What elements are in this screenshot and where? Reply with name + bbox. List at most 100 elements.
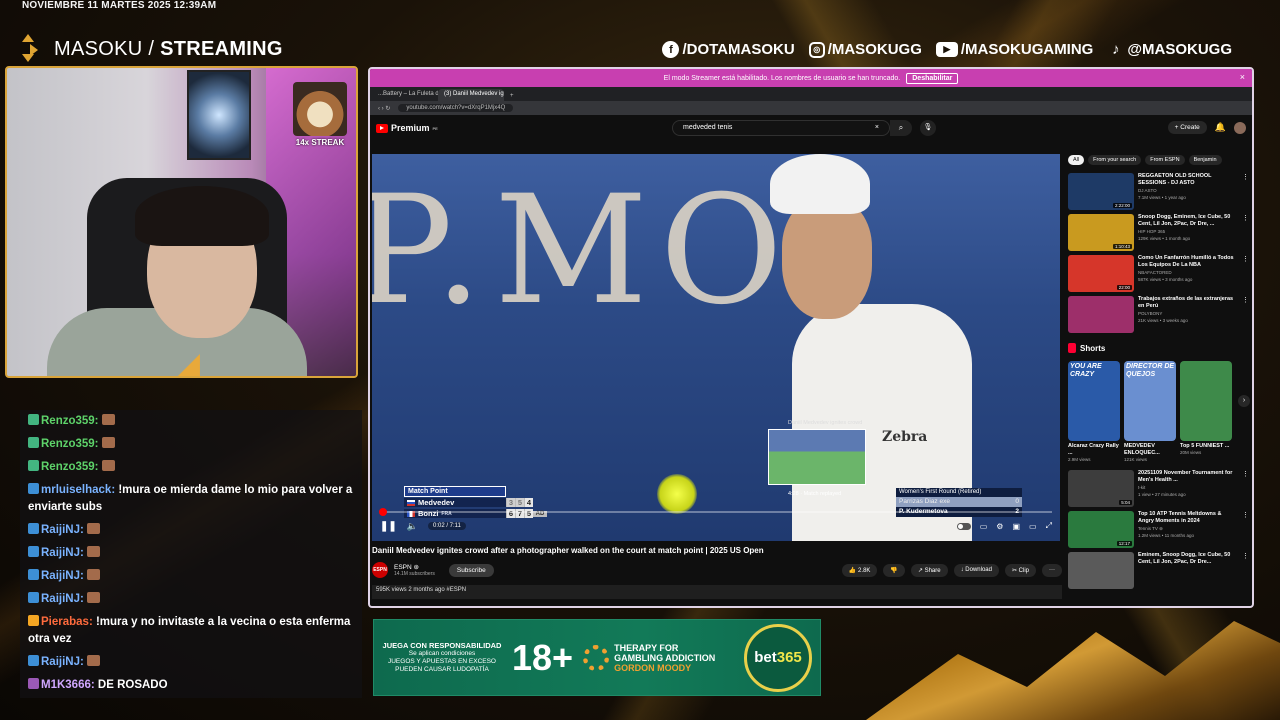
- short-item[interactable]: DIRECTOR DE QUEJOS MEDVEDEV ENLOQUEC... 12…: [1124, 361, 1176, 462]
- related-video[interactable]: 5:04 20251109 November Tournament for Men…: [1068, 470, 1250, 511]
- seek-preview-title: Daniil Medvedev ignites crowd: [788, 420, 863, 426]
- clear-search-icon[interactable]: ×: [875, 124, 879, 132]
- video-title[interactable]: Snoop Dogg, Eminem, Ice Cube, 50 Cent, L…: [1138, 214, 1238, 228]
- more-options-icon[interactable]: ⋮: [1242, 470, 1250, 511]
- video-thumbnail[interactable]: 5:04: [1068, 470, 1134, 507]
- settings-gear-icon[interactable]: ⚙: [996, 522, 1003, 531]
- chat-username[interactable]: RaijiNJ:: [41, 524, 84, 536]
- more-options-icon[interactable]: ⋮: [1242, 296, 1250, 337]
- chat-username[interactable]: mrluiselhack:: [41, 484, 115, 496]
- account-avatar[interactable]: [1234, 121, 1246, 134]
- related-video[interactable]: Trabajos extraños de las extranjeras en …: [1068, 296, 1250, 337]
- short-overlay-text: DIRECTOR DE QUEJOS: [1126, 363, 1175, 378]
- chat-message: RaijiNJ:: [20, 651, 362, 674]
- social-link: ▶/MASOKUGAMING: [935, 41, 1093, 58]
- channel-row: ESPN ESPN ⊛ 14.1M subscribers Subscribe …: [372, 560, 1062, 580]
- related-video[interactable]: 2:22:00 REGGAETON OLD SCHOOL SESSIONS - D…: [1068, 173, 1250, 214]
- video-player[interactable]: P.MO Zebra Daniil Medvedev ignites crowd…: [372, 154, 1060, 541]
- chat-username[interactable]: Renzo359:: [41, 461, 99, 473]
- share-button[interactable]: ↗ Share: [910, 563, 948, 577]
- subscribe-button[interactable]: Subscribe: [448, 563, 494, 577]
- close-icon[interactable]: ×: [1240, 72, 1245, 82]
- video-thumbnail[interactable]: [1068, 552, 1134, 589]
- chat-emote-icon: [86, 569, 100, 580]
- captions-icon[interactable]: ▭: [980, 522, 988, 531]
- more-options-icon[interactable]: ⋮: [1242, 255, 1250, 296]
- more-actions-button[interactable]: ···: [1042, 563, 1062, 577]
- download-button[interactable]: ↓ Download: [953, 563, 999, 577]
- browser-tab-active[interactable]: (3) Daniil Medvedev ignite...: [438, 89, 504, 101]
- chat-username[interactable]: Renzo359:: [41, 415, 99, 427]
- chat-username[interactable]: RaijiNJ:: [41, 570, 84, 582]
- volume-icon[interactable]: 🔈: [407, 521, 418, 532]
- more-options-icon[interactable]: ⋮: [1242, 552, 1250, 593]
- channel-avatar[interactable]: ESPN: [372, 562, 388, 578]
- video-title[interactable]: Como Un Fanfarrón Humilló a Todos Los Eq…: [1138, 255, 1238, 269]
- miniplayer-icon[interactable]: ▣: [1012, 522, 1020, 531]
- notifications-bell-icon[interactable]: 🔔: [1215, 122, 1226, 133]
- search-input[interactable]: medveded tenis ×: [672, 120, 890, 136]
- video-title[interactable]: Top 10 ATP Tennis Meltdowns & Angry Mome…: [1138, 511, 1238, 525]
- search-button[interactable]: ⌕: [890, 120, 912, 136]
- video-thumbnail[interactable]: 12:17: [1068, 511, 1134, 548]
- create-button[interactable]: + Create: [1167, 121, 1207, 134]
- video-title[interactable]: Trabajos extraños de las extranjeras en …: [1138, 296, 1238, 310]
- youtube-logo[interactable]: Premium PE: [376, 123, 438, 133]
- microphone-icon[interactable]: 🎙: [920, 120, 936, 136]
- short-item[interactable]: Top 5 FUNNIEST ... 20M views: [1180, 361, 1232, 462]
- new-tab-button[interactable]: +: [504, 91, 520, 101]
- video-meta: 1 view • 27 minutes ago: [1138, 492, 1186, 497]
- clip-button[interactable]: ✂ Clip: [1004, 563, 1036, 577]
- video-meta: 129K views • 1 month ago: [1138, 236, 1191, 241]
- theater-icon[interactable]: ▭: [1029, 522, 1037, 531]
- chat-username[interactable]: RaijiNJ:: [41, 593, 84, 605]
- description-box[interactable]: 595K views 2 months ago #ESPN: [372, 585, 1062, 599]
- disable-streamer-button[interactable]: Deshabilitar: [906, 72, 959, 84]
- filter-chip[interactable]: From your search: [1088, 155, 1142, 165]
- more-options-icon[interactable]: ⋮: [1242, 173, 1250, 214]
- chat-username[interactable]: RaijiNJ:: [41, 547, 84, 559]
- channel-info[interactable]: ESPN ⊛ 14.1M subscribers: [394, 563, 435, 577]
- related-video[interactable]: 22:00 Como Un Fanfarrón Humilló a Todos L…: [1068, 255, 1250, 296]
- video-thumbnail[interactable]: 2:22:00: [1068, 173, 1134, 210]
- short-thumbnail[interactable]: YOU ARE CRAZY: [1068, 361, 1120, 441]
- video-title[interactable]: Eminem, Snoop Dogg, Ice Cube, 50 Cent, L…: [1138, 552, 1238, 566]
- shorts-header: Shorts: [1068, 343, 1250, 353]
- video-channel: HIP HOP 365: [1138, 229, 1166, 234]
- video-thumbnail[interactable]: 1:10:43: [1068, 214, 1134, 251]
- more-options-icon[interactable]: ⋮: [1242, 511, 1250, 552]
- filter-chip[interactable]: All: [1068, 155, 1085, 165]
- url-field[interactable]: youtube.com/watch?v=dXrqP1Mjx4Q: [398, 104, 514, 112]
- like-button[interactable]: 👍 2.8K: [841, 563, 878, 577]
- short-thumbnail[interactable]: [1180, 361, 1232, 441]
- video-thumbnail[interactable]: 22:00: [1068, 255, 1134, 292]
- chat-message: RaijiNJ:: [20, 542, 362, 565]
- chat-username[interactable]: Pierabas:: [41, 616, 93, 628]
- chat-username[interactable]: Renzo359:: [41, 438, 99, 450]
- related-video[interactable]: 12:17 Top 10 ATP Tennis Meltdowns & Angry…: [1068, 511, 1250, 552]
- filter-chip[interactable]: From ESPN: [1145, 155, 1185, 165]
- nav-arrows-icon[interactable]: ‹ › ↻: [378, 105, 390, 112]
- gambling-ad-banner[interactable]: JUEGA CON RESPONSABILIDAD Se aplican con…: [373, 619, 821, 696]
- chat-username[interactable]: RaijiNJ:: [41, 656, 84, 668]
- chat-username[interactable]: M1K3666:: [41, 679, 95, 691]
- short-thumbnail[interactable]: DIRECTOR DE QUEJOS: [1124, 361, 1176, 441]
- progress-bar[interactable]: [379, 508, 1052, 516]
- pause-icon[interactable]: ❚❚: [380, 521, 397, 532]
- shorts-next-icon[interactable]: ›: [1238, 395, 1250, 407]
- short-views: 2.9M views: [1068, 457, 1091, 462]
- related-video[interactable]: 1:10:43 Snoop Dogg, Eminem, Ice Cube, 50 …: [1068, 214, 1250, 255]
- instagram-icon: ◎: [808, 41, 825, 58]
- related-video[interactable]: Eminem, Snoop Dogg, Ice Cube, 50 Cent, L…: [1068, 552, 1250, 593]
- video-title[interactable]: REGGAETON OLD SCHOOL SESSIONS - DJ ASTO: [1138, 173, 1238, 187]
- dislike-button[interactable]: 👎: [883, 563, 905, 577]
- progress-scrubber[interactable]: [379, 508, 388, 516]
- video-thumbnail[interactable]: [1068, 296, 1134, 333]
- video-title[interactable]: 20251109 November Tournament for Men's H…: [1138, 470, 1238, 484]
- more-options-icon[interactable]: ⋮: [1242, 214, 1250, 255]
- filter-chip[interactable]: Benjamin: [1188, 155, 1222, 165]
- browser-tab[interactable]: ...Battery – La Fuleta de la T...: [372, 89, 438, 101]
- short-item[interactable]: YOU ARE CRAZY Alcaraz Crazy Rally ... 2.9M…: [1068, 361, 1120, 462]
- autoplay-toggle[interactable]: [956, 522, 971, 530]
- fullscreen-icon[interactable]: ⤢: [1046, 521, 1052, 531]
